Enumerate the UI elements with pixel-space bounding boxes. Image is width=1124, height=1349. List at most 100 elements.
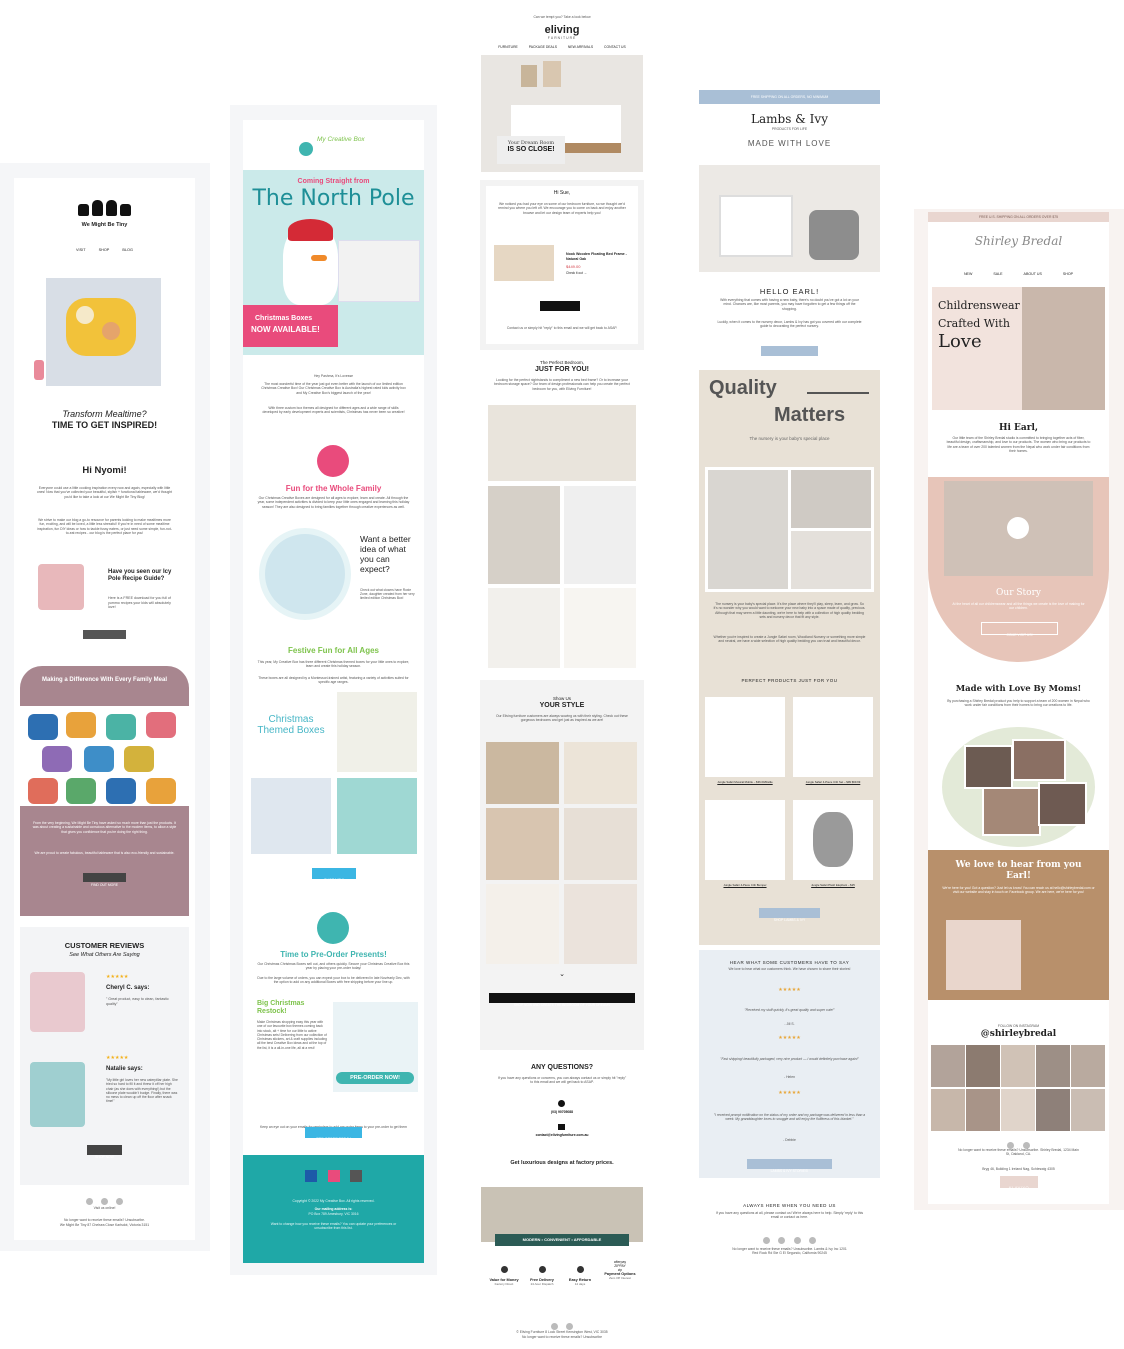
footer-address: Bryg 46, Building 1 Ireland Nag, Schlesw… bbox=[982, 1167, 1055, 1171]
made-title: Made with Love By Moms! bbox=[955, 684, 1082, 694]
s2-text-2: These boxes are all designed by a Montes… bbox=[258, 676, 409, 685]
quality-title-2: Matters bbox=[774, 404, 846, 426]
difference-text-2: We are proud to create fabulous, beautif… bbox=[34, 851, 175, 855]
nav-blog[interactable]: BLOG bbox=[122, 248, 133, 252]
style-image-1 bbox=[486, 742, 559, 804]
bedroom-pre: The Perfect Bedroom, bbox=[539, 360, 585, 365]
greeting: Hi Sue, bbox=[553, 190, 571, 196]
tagline: MADE WITH LOVE bbox=[747, 139, 832, 148]
brand-name: We Might Be Tiny bbox=[81, 222, 128, 228]
nav-contact[interactable]: CONTACT US bbox=[604, 45, 626, 49]
s2-title: Festive Fun for All Ages bbox=[288, 646, 379, 655]
greeting: Hey Pashma, It's Lovesse bbox=[313, 374, 354, 378]
footer-visit[interactable]: Visit us online! bbox=[14, 1206, 195, 1210]
nav-furniture[interactable]: FURNITURE bbox=[498, 45, 518, 49]
find-out-button[interactable]: FIND OUT MORE bbox=[83, 873, 126, 887]
instagram-icon[interactable] bbox=[85, 1198, 93, 1205]
reviews-subtitle: See What Others Are Saying bbox=[69, 952, 140, 958]
help-title: ALWAYS HERE WHEN YOU NEED US bbox=[743, 1203, 836, 1208]
footer-unsubscribe[interactable]: No longer want to receive these emails? … bbox=[14, 1218, 195, 1222]
s3-text: Our Christmas Christmas Boxes sell out, … bbox=[257, 962, 410, 971]
facebook-icon[interactable] bbox=[116, 1198, 124, 1205]
facebook-icon[interactable] bbox=[305, 1170, 318, 1182]
learn-more-button[interactable]: LEARN MORE bbox=[761, 346, 818, 360]
instagram-icon[interactable] bbox=[566, 1323, 574, 1330]
nav-shop[interactable]: SHOP bbox=[1063, 272, 1073, 276]
shop-button[interactable]: SHOP LAMBS & IVY bbox=[759, 908, 820, 922]
nav-visit[interactable]: VISIT bbox=[76, 248, 86, 252]
product-image bbox=[494, 245, 554, 281]
recipe-title: Have you seen our Icy Pole Recipe Guide? bbox=[108, 569, 172, 582]
email-shirley-bredal: FREE U.S. SHIPPING ON ALL ORDERS OVER $7… bbox=[928, 212, 1109, 1204]
chevron-down-icon: ⌄ bbox=[559, 971, 565, 978]
footer-copyright: Copyright © 2022 My Creative Box. All ri… bbox=[292, 1199, 375, 1203]
product-4-name[interactable]: Jungle Safari Plush Elephant – $25 bbox=[793, 883, 873, 887]
download-button[interactable]: DOWNLOAD NOW bbox=[83, 630, 126, 644]
brand-logo: Lambs & Ivy bbox=[751, 112, 828, 126]
shop-now-button[interactable]: SHOP NOW bbox=[540, 301, 580, 315]
play-icon[interactable] bbox=[1007, 517, 1029, 539]
review-2-image bbox=[30, 1062, 85, 1127]
nav-about[interactable]: ABOUT US bbox=[1024, 272, 1042, 276]
stories-button[interactable]: LAMBS & IVY STORIES! bbox=[747, 1159, 832, 1173]
email-we-might-be-tiny: We Might Be Tiny VISIT SHOP BLOG Transfo… bbox=[14, 178, 195, 1240]
footer-change[interactable]: Want to change how you receive these ema… bbox=[263, 1222, 404, 1231]
bedroom-image-1 bbox=[488, 405, 636, 481]
hero-pre: Coming Straight from bbox=[297, 178, 370, 185]
love-title: We love to hear from you Earl! bbox=[955, 860, 1082, 881]
features: Value for Money Factory Direct Free Deli… bbox=[489, 1260, 636, 1286]
footer[interactable]: No longer want to receive these emails? … bbox=[729, 1247, 850, 1256]
nav-new[interactable]: NEW bbox=[964, 272, 972, 276]
s3-restock-text: Make Christmas shopping easy this year w… bbox=[257, 1020, 327, 1050]
instagram-icon[interactable] bbox=[793, 1237, 801, 1244]
tableware-pattern-image bbox=[20, 706, 189, 806]
footer-1: © Eliving Furniture 8 Lock Street Kensin… bbox=[516, 1330, 608, 1334]
shop-now-button[interactable]: SHOP NOW bbox=[87, 1145, 122, 1159]
brand-logo: Shirley Bredal bbox=[974, 234, 1063, 248]
product-link[interactable]: Check it out → bbox=[566, 271, 587, 275]
intro-text-2: We strive to make our blog a go-to resou… bbox=[37, 518, 172, 536]
nav-shop[interactable]: SHOP bbox=[99, 248, 110, 252]
follow-handle[interactable]: @shirleybredal bbox=[928, 1029, 1109, 1039]
mail-icon[interactable] bbox=[349, 1170, 362, 1182]
product-1-image bbox=[705, 697, 785, 777]
s2-box-image-2 bbox=[251, 778, 331, 854]
product-2-name[interactable]: Jungle Safari 4-Piece Crib Set – $99 $69… bbox=[793, 780, 873, 784]
pinterest-icon[interactable] bbox=[101, 1198, 108, 1205]
brand-logo bbox=[74, 200, 134, 224]
top-bar: FREE U.S. SHIPPING ON ALL ORDERS OVER $7… bbox=[928, 212, 1109, 222]
story-text: At the heart of all our childrenswear an… bbox=[952, 602, 1085, 611]
nav-sale[interactable]: SALE bbox=[993, 272, 1002, 276]
instagram-icon[interactable] bbox=[327, 1170, 340, 1182]
twitter-icon[interactable] bbox=[778, 1237, 786, 1244]
story-button[interactable]: COME VISIT US! bbox=[981, 622, 1058, 637]
style-text: Our Eliving furniture customers are alwa… bbox=[496, 714, 628, 723]
s3-title: Time to Pre-Order Presents! bbox=[280, 950, 387, 959]
footer-mail-head: Our mailing address is: bbox=[314, 1207, 353, 1211]
intro: With everything that comes with having a… bbox=[720, 298, 859, 311]
nav-package-deals[interactable]: PACKAGE DEALS bbox=[529, 45, 557, 49]
phone[interactable]: (03) 90705088 bbox=[480, 1110, 644, 1114]
style-image-5 bbox=[486, 884, 559, 964]
product-1-name[interactable]: Jungle Safari Musical Mobile – $36.00/Ra… bbox=[705, 780, 785, 784]
pinterest-icon[interactable] bbox=[809, 1237, 817, 1244]
products-title: PERFECT PRODUCTS JUST FOR YOU bbox=[741, 678, 838, 683]
preorder-button[interactable]: PRE-ORDER TODAY bbox=[305, 1127, 362, 1141]
footer-address: We Might Be Tiny 87 Chelsea Close Karlsd… bbox=[59, 1223, 150, 1227]
footer-2[interactable]: No longer want to receive these emails? … bbox=[480, 1335, 644, 1339]
story-video-thumb[interactable] bbox=[944, 481, 1093, 576]
s2-shop-button[interactable]: SHOP NOW bbox=[312, 868, 356, 882]
main-nav: FURNITURE PACKAGE DEALS NEW ARRIVALS CON… bbox=[480, 45, 644, 49]
facebook-icon[interactable] bbox=[762, 1237, 770, 1244]
review-3-stars: ★★★★★ bbox=[778, 1090, 801, 1096]
email[interactable]: contact@elivingfurniture.com.au bbox=[480, 1133, 644, 1137]
product-name: Nook Wooden Floating Bed Frame - Natural… bbox=[566, 252, 627, 261]
klaviyo-badge[interactable]: KLAVIYO bbox=[1000, 1176, 1038, 1190]
footer[interactable]: No longer want to receive these emails? … bbox=[958, 1148, 1079, 1157]
style-shop-button[interactable]: SHOP NOW AND CREATE THE BEDROOM OF YOUR … bbox=[489, 993, 635, 1007]
product-3-name[interactable]: Jungle Safari 4-Piece Crib Bumper bbox=[705, 883, 785, 887]
hero-image bbox=[26, 270, 183, 395]
nav-new-arrivals[interactable]: NEW ARRIVALS bbox=[568, 45, 593, 49]
bedroom-image-3 bbox=[564, 486, 636, 584]
facebook-icon[interactable] bbox=[550, 1323, 558, 1330]
